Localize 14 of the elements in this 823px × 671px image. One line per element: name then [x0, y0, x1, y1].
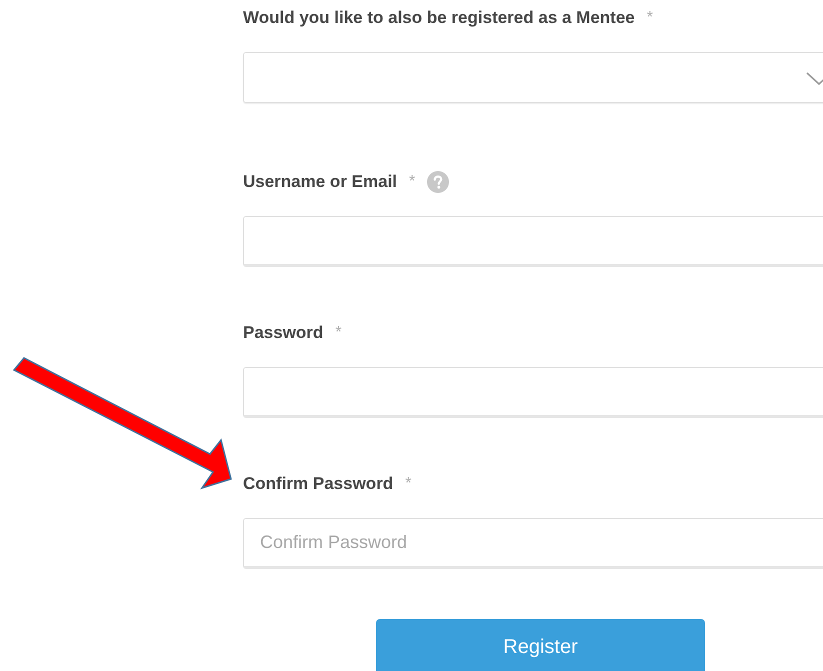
- field-label: Confirm Password: [243, 473, 394, 496]
- input-field[interactable]: [243, 216, 823, 267]
- required-asterisk: *: [335, 323, 342, 343]
- help-icon[interactable]: [427, 171, 450, 193]
- field-label: Would you like to also be registered as a Mentee: [243, 7, 635, 30]
- required-asterisk: *: [405, 474, 412, 494]
- required-asterisk: *: [646, 8, 653, 28]
- dropdown-field[interactable]: [243, 52, 823, 103]
- field-label: Username or Email: [243, 171, 398, 194]
- input-field[interactable]: Confirm Password: [243, 518, 823, 569]
- field-label: Password: [243, 322, 324, 344]
- required-asterisk: *: [409, 172, 416, 192]
- register-button[interactable]: Register: [376, 619, 705, 671]
- input-field[interactable]: [243, 367, 823, 418]
